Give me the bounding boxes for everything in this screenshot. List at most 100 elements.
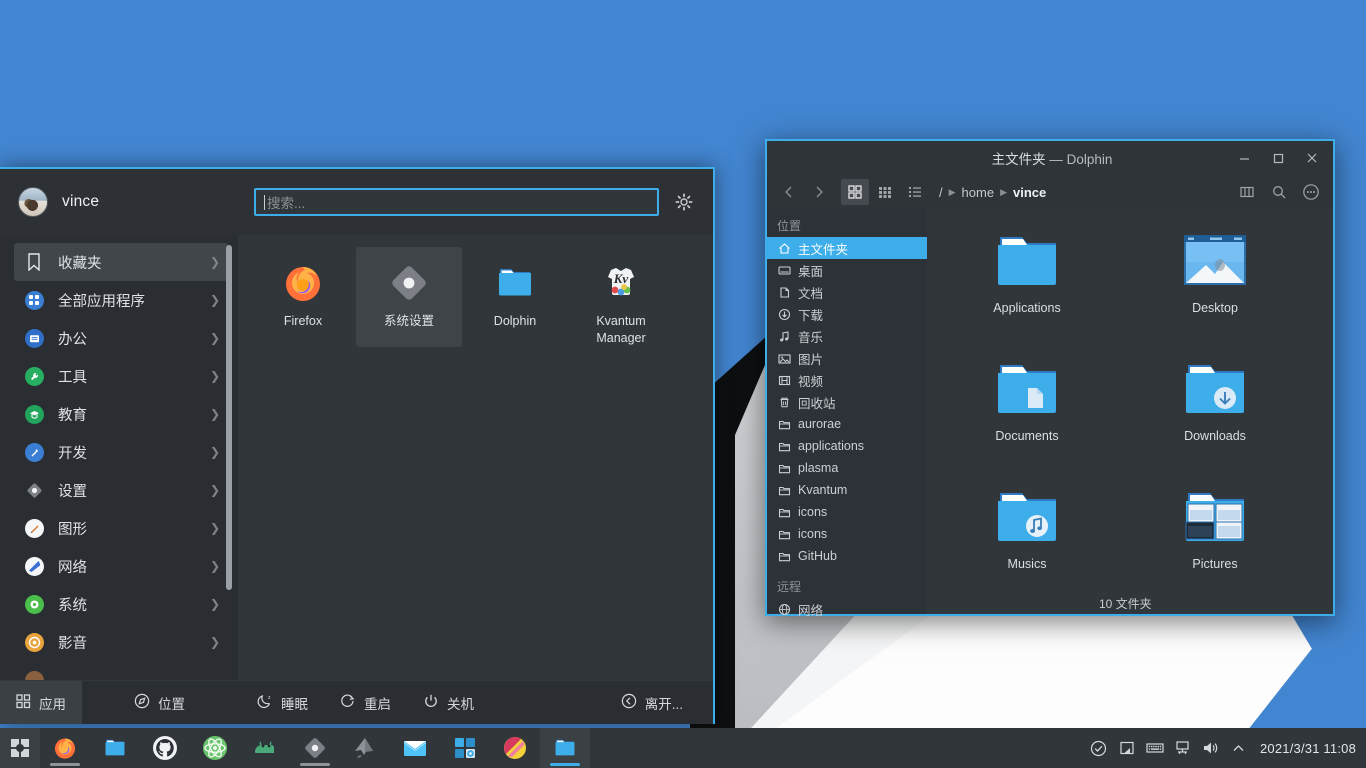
menu-footer[interactable]: 应用 位置 z 睡眠 重启 关机 离开... <box>0 680 713 724</box>
sidebar-item-partial[interactable] <box>14 661 228 680</box>
task-firefox[interactable] <box>40 728 90 768</box>
search-input[interactable]: 搜索... <box>254 188 659 216</box>
app-label: Dolphin <box>493 314 537 328</box>
minimize-icon[interactable] <box>1227 143 1261 173</box>
file-item-documents[interactable]: Documents <box>933 351 1121 479</box>
sidebar-scrollbar-track[interactable] <box>226 239 235 676</box>
place-item-network[interactable]: 网络 <box>767 598 927 620</box>
place-item-plasma[interactable]: plasma <box>767 457 927 479</box>
place-item-applications[interactable]: applications <box>767 435 927 457</box>
close-icon[interactable] <box>1295 143 1329 173</box>
task-krita[interactable] <box>490 728 540 768</box>
sidebar-item-network[interactable]: 网络 ❯ <box>14 547 228 585</box>
task-atom[interactable] <box>190 728 240 768</box>
footer-button-sleep[interactable]: z 睡眠 <box>241 681 324 724</box>
sidebar-item-settings[interactable]: 设置 ❯ <box>14 471 228 509</box>
forward-arrow-icon[interactable] <box>805 179 833 205</box>
keyboard-icon[interactable] <box>1142 728 1168 768</box>
footer-button-applications[interactable]: 应用 <box>0 681 82 724</box>
search-row: 搜索... <box>238 169 713 235</box>
task-system-settings[interactable] <box>290 728 340 768</box>
file-item-musics[interactable]: Musics <box>933 479 1121 607</box>
sidebar-item-favorites[interactable]: 收藏夹 ❯ <box>14 243 228 281</box>
back-arrow-icon[interactable] <box>775 179 803 205</box>
dolphin-titlebar[interactable]: 主文件夹 — Dolphin <box>767 141 1333 175</box>
view-compact-icon[interactable] <box>871 179 899 205</box>
sidebar-scrollbar-thumb[interactable] <box>226 245 232 590</box>
app-item-system-settings[interactable]: 系统设置 <box>356 247 462 347</box>
place-item-downloads[interactable]: 下载 <box>767 303 927 325</box>
sidebar-item-all-applications[interactable]: 全部应用程序 ❯ <box>14 281 228 319</box>
dolphin-toolbar[interactable]: / ▶ home ▶ vince <box>767 175 1333 209</box>
task-inkscape[interactable] <box>340 728 390 768</box>
clock[interactable]: 2021/3/31 11:08 <box>1254 741 1356 756</box>
search-icon[interactable] <box>1265 179 1293 205</box>
sidebar-item-system[interactable]: 系统 ❯ <box>14 585 228 623</box>
sidebar-item-graphics[interactable]: 图形 ❯ <box>14 509 228 547</box>
status-check-icon[interactable] <box>1086 728 1112 768</box>
footer-button-places[interactable]: 位置 <box>118 681 201 724</box>
place-item-aurorae[interactable]: aurorae <box>767 413 927 435</box>
place-item-kvantum[interactable]: Kvantum <box>767 479 927 501</box>
split-view-icon[interactable] <box>1233 179 1261 205</box>
file-item-pictures[interactable]: Pictures <box>1121 479 1309 607</box>
place-item-icons-2[interactable]: icons <box>767 523 927 545</box>
sidebar-item-development[interactable]: 开发 ❯ <box>14 433 228 471</box>
place-item-documents[interactable]: 文档 <box>767 281 927 303</box>
place-item-pictures[interactable]: 图片 <box>767 347 927 369</box>
dolphin-window[interactable]: 主文件夹 — Dolphin / ▶ home ▶ vince 位置 主文件夹 … <box>765 139 1335 618</box>
kickoff-launcher-icon[interactable] <box>0 728 40 768</box>
footer-button-shutdown[interactable]: 关机 <box>407 681 490 724</box>
user-row[interactable]: vince <box>0 169 238 235</box>
dolphin-toolbar-right[interactable] <box>1233 179 1325 205</box>
places-panel[interactable]: 位置 主文件夹 桌面 文档 下载 音乐 图片 视频 回收站 aurorae ap… <box>767 209 927 618</box>
place-item-home[interactable]: 主文件夹 <box>767 237 927 259</box>
task-nautilus[interactable] <box>240 728 290 768</box>
place-item-icons-1[interactable]: icons <box>767 501 927 523</box>
clipboard-icon[interactable] <box>1114 728 1140 768</box>
view-icons-icon[interactable] <box>841 179 869 205</box>
file-item-applications[interactable]: Applications <box>933 223 1121 351</box>
breadcrumb-segment-vince[interactable]: vince <box>1013 185 1046 200</box>
hamburger-more-icon[interactable] <box>1297 179 1325 205</box>
place-item-desktop[interactable]: 桌面 <box>767 259 927 281</box>
user-avatar-photo[interactable] <box>18 187 48 217</box>
network-wired-icon[interactable] <box>1170 728 1196 768</box>
place-item-videos[interactable]: 视频 <box>767 369 927 391</box>
task-dolphin-active[interactable] <box>540 728 590 768</box>
task-discover[interactable] <box>440 728 490 768</box>
dolphin-window-controls[interactable] <box>1227 143 1333 173</box>
volume-icon[interactable] <box>1198 728 1224 768</box>
file-view[interactable]: Applications Desktop Documents Downloads… <box>927 209 1333 614</box>
sidebar-item-education[interactable]: 教育 ❯ <box>14 395 228 433</box>
task-mail[interactable] <box>390 728 440 768</box>
breadcrumb-segment-home[interactable]: home <box>962 185 995 200</box>
app-item-firefox[interactable]: Firefox <box>250 247 356 347</box>
breadcrumb[interactable]: / ▶ home ▶ vince <box>939 185 1046 200</box>
app-item-kvantum-manager[interactable]: Kv Kvantum Manager <box>568 247 674 347</box>
file-item-downloads[interactable]: Downloads <box>1121 351 1309 479</box>
footer-label: 关机 <box>447 696 474 712</box>
place-item-trash[interactable]: 回收站 <box>767 391 927 413</box>
task-dolphin[interactable] <box>90 728 140 768</box>
application-menu[interactable]: vince 收藏夹 ❯ 全部应用程序 ❯ 办公 ❯ 工具 ❯ 教育 ❯ 开发 ❯… <box>0 167 715 724</box>
app-item-dolphin[interactable]: Dolphin <box>462 247 568 347</box>
sidebar-item-office[interactable]: 办公 ❯ <box>14 319 228 357</box>
maximize-icon[interactable] <box>1261 143 1295 173</box>
breadcrumb-root[interactable]: / <box>939 185 943 200</box>
place-item-music[interactable]: 音乐 <box>767 325 927 347</box>
category-list[interactable]: 收藏夹 ❯ 全部应用程序 ❯ 办公 ❯ 工具 ❯ 教育 ❯ 开发 ❯ 设置 ❯ … <box>0 235 238 680</box>
view-details-icon[interactable] <box>901 179 929 205</box>
system-tray[interactable]: 2021/3/31 11:08 <box>1086 728 1366 768</box>
gear-icon[interactable] <box>671 189 697 215</box>
footer-button-restart[interactable]: 重启 <box>324 681 407 724</box>
task-github[interactable] <box>140 728 190 768</box>
chevron-right-icon: ❯ <box>209 331 220 345</box>
place-item-github[interactable]: GitHub <box>767 545 927 567</box>
file-item-desktop[interactable]: Desktop <box>1121 223 1309 351</box>
taskbar[interactable]: 2021/3/31 11:08 <box>0 728 1366 768</box>
footer-button-leave[interactable]: 离开... <box>605 681 713 724</box>
sidebar-item-utilities[interactable]: 工具 ❯ <box>14 357 228 395</box>
sidebar-item-multimedia[interactable]: 影音 ❯ <box>14 623 228 661</box>
chevron-up-icon[interactable] <box>1226 728 1252 768</box>
